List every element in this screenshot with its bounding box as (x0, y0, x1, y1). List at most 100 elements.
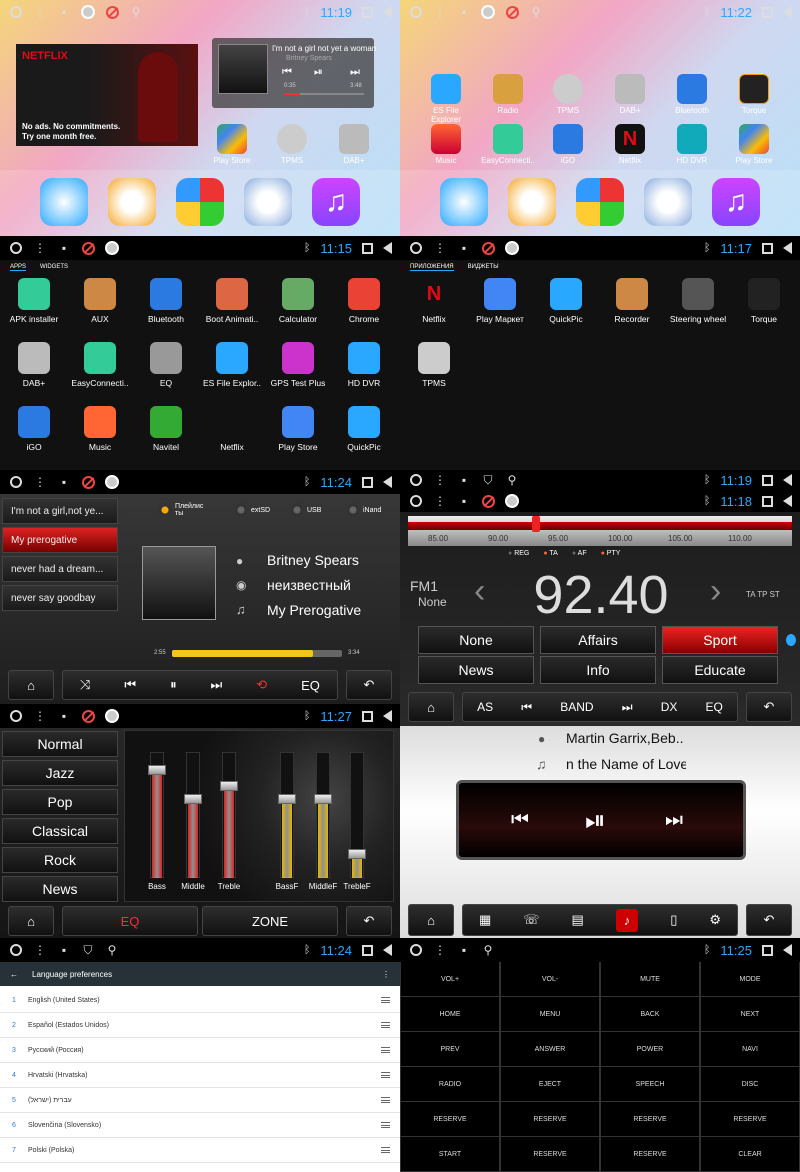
pty-button-none[interactable]: None (418, 626, 534, 654)
apps-dock-icon[interactable] (576, 178, 624, 226)
recents-icon[interactable] (762, 6, 773, 18)
app-icon-music[interactable]: Music (68, 406, 132, 452)
menu-dots-icon[interactable]: ⋮ (32, 240, 48, 256)
key-mode[interactable]: MODE (701, 962, 799, 996)
menu-dots-icon[interactable]: ⋮ (32, 4, 48, 20)
app-icon-5[interactable]: Torque (732, 278, 796, 324)
home-nav-icon[interactable] (410, 495, 422, 507)
key-back[interactable]: BACK (601, 997, 699, 1031)
key-start[interactable]: START (401, 1137, 499, 1171)
drag-handle-icon[interactable] (381, 1022, 390, 1028)
language-item[interactable]: 7 Polski (Polska) (0, 1138, 400, 1163)
key-vol-[interactable]: VOL+ (401, 962, 499, 996)
language-item[interactable]: 5 עברית (ישראל) (0, 1088, 400, 1113)
playlist-item[interactable]: I'm not a girl,not ye... (2, 498, 118, 524)
flag-ta[interactable]: ● TA (543, 550, 558, 557)
key-eject[interactable]: EJECT (501, 1067, 599, 1101)
seek-down-button[interactable]: ‹ (474, 572, 485, 611)
tab-apps[interactable]: APPS (10, 264, 27, 271)
fav-easyconnection[interactable]: EasyConnecti.. (480, 124, 536, 165)
recents-icon[interactable] (362, 242, 373, 254)
dx-button[interactable]: DX (661, 700, 678, 714)
app-icon-play-store[interactable]: Play Store (266, 406, 330, 452)
app-icon-0[interactable]: N Netflix (402, 278, 466, 324)
shortcut-tpms[interactable]: TPMS (264, 124, 320, 165)
tab-zone[interactable]: ZONE (202, 906, 338, 936)
tab-widgets[interactable]: ВИДЖЕТЫ (468, 264, 499, 270)
recents-icon[interactable] (362, 944, 373, 956)
back-button[interactable]: ↶ (746, 904, 792, 936)
prev-station-button[interactable]: ⏮ (521, 700, 532, 715)
menu-dots-icon[interactable]: ⋮ (432, 240, 448, 256)
music-dock-icon[interactable]: ♫ (312, 178, 360, 226)
pause-button[interactable]: ⏸ (170, 677, 177, 693)
pty-button-info[interactable]: Info (540, 656, 656, 684)
source-extsd[interactable]: extSD (234, 503, 284, 517)
fav-bluetooth[interactable]: Bluetooth (664, 74, 720, 115)
settings-gear-icon[interactable]: ⚙ (709, 912, 721, 928)
recents-icon[interactable] (762, 495, 773, 507)
drag-handle-icon[interactable] (381, 1072, 390, 1078)
drag-handle-icon[interactable] (381, 997, 390, 1003)
key-speech[interactable]: SPEECH (601, 1067, 699, 1101)
seek-up-button[interactable]: › (710, 572, 721, 611)
home-nav-icon[interactable] (10, 710, 22, 722)
key-answer[interactable]: ANSWER (501, 1032, 599, 1066)
app-icon-quickpic[interactable]: QuickPic (332, 406, 396, 452)
tab-eq[interactable]: EQ (62, 906, 198, 936)
menu-dots-icon[interactable]: ⋮ (432, 493, 448, 509)
source-inand[interactable]: iNand (346, 503, 396, 517)
app-icon-1[interactable]: Play Маркет (468, 278, 532, 324)
preset-news[interactable]: News (2, 876, 118, 902)
eq-button[interactable]: EQ (706, 700, 723, 714)
next-button[interactable]: ⏭ (665, 809, 683, 832)
source-playlist[interactable]: Плейлис ты (158, 503, 228, 517)
flag-reg[interactable]: ● REG (508, 550, 529, 557)
home-button[interactable]: ⌂ (408, 904, 454, 936)
next-button[interactable]: ⏭ (350, 66, 360, 79)
preset-rock[interactable]: Rock (2, 847, 118, 873)
preset-normal[interactable]: Normal (2, 731, 118, 757)
shortcut-dab[interactable]: DAB+ (326, 124, 382, 165)
key-reserve[interactable]: RESERVE (501, 1102, 599, 1136)
app-icon-aux[interactable]: AUX (68, 278, 132, 324)
app-icon-calculator[interactable]: Calculator (266, 278, 330, 324)
pty-button-news[interactable]: News (418, 656, 534, 684)
app-icon-4[interactable]: Steering wheel (666, 278, 730, 324)
contacts-icon[interactable]: ▤ (571, 912, 583, 928)
tuning-scale[interactable]: 85.00 90.00 95.00 100.00 105.00 110.00 (408, 516, 792, 546)
menu-dots-icon[interactable]: ⋮ (32, 708, 48, 724)
eq-slider-knob[interactable] (348, 849, 366, 859)
back-button[interactable]: ↶ (746, 692, 792, 722)
menu-dots-icon[interactable]: ⋮ (32, 942, 48, 958)
key-reserve[interactable]: RESERVE (601, 1137, 699, 1171)
menu-dots-icon[interactable]: ⋮ (432, 472, 448, 488)
drag-handle-icon[interactable] (381, 1047, 390, 1053)
shuffle-icon[interactable]: ⤨ (80, 677, 90, 693)
back-icon[interactable] (383, 944, 392, 956)
call-log-icon[interactable]: ☏ (523, 912, 539, 928)
drag-handle-icon[interactable] (381, 1097, 390, 1103)
language-item[interactable]: 4 Hrvatski (Hrvatska) (0, 1063, 400, 1088)
home-nav-icon[interactable] (10, 944, 22, 956)
as-button[interactable]: AS (477, 700, 493, 714)
seek-bar[interactable] (172, 650, 342, 657)
fav-hd-dvr[interactable]: HD DVR (664, 124, 720, 165)
eq-slider-knob[interactable] (148, 765, 166, 775)
home-nav-icon[interactable] (10, 242, 22, 254)
preset-jazz[interactable]: Jazz (2, 760, 118, 786)
side-handle[interactable] (786, 634, 796, 646)
tab-apps[interactable]: ПРИЛОЖЕНИЯ (410, 264, 454, 271)
app-icon-apk-installer[interactable]: APK installer (2, 278, 66, 324)
repeat-icon[interactable]: ⟲ (256, 677, 267, 693)
phone-device-icon[interactable]: ▯ (670, 912, 677, 928)
menu-dots-icon[interactable]: ⋮ (32, 474, 48, 490)
app-icon-chrome[interactable]: Chrome (332, 278, 396, 324)
recents-icon[interactable] (762, 474, 773, 486)
pty-button-sport[interactable]: Sport (662, 626, 778, 654)
preset-pop[interactable]: Pop (2, 789, 118, 815)
navigation-icon[interactable] (440, 178, 488, 226)
key-mute[interactable]: MUTE (601, 962, 699, 996)
prev-button[interactable]: ⏮ (282, 66, 292, 79)
key-disc[interactable]: DISC (701, 1067, 799, 1101)
